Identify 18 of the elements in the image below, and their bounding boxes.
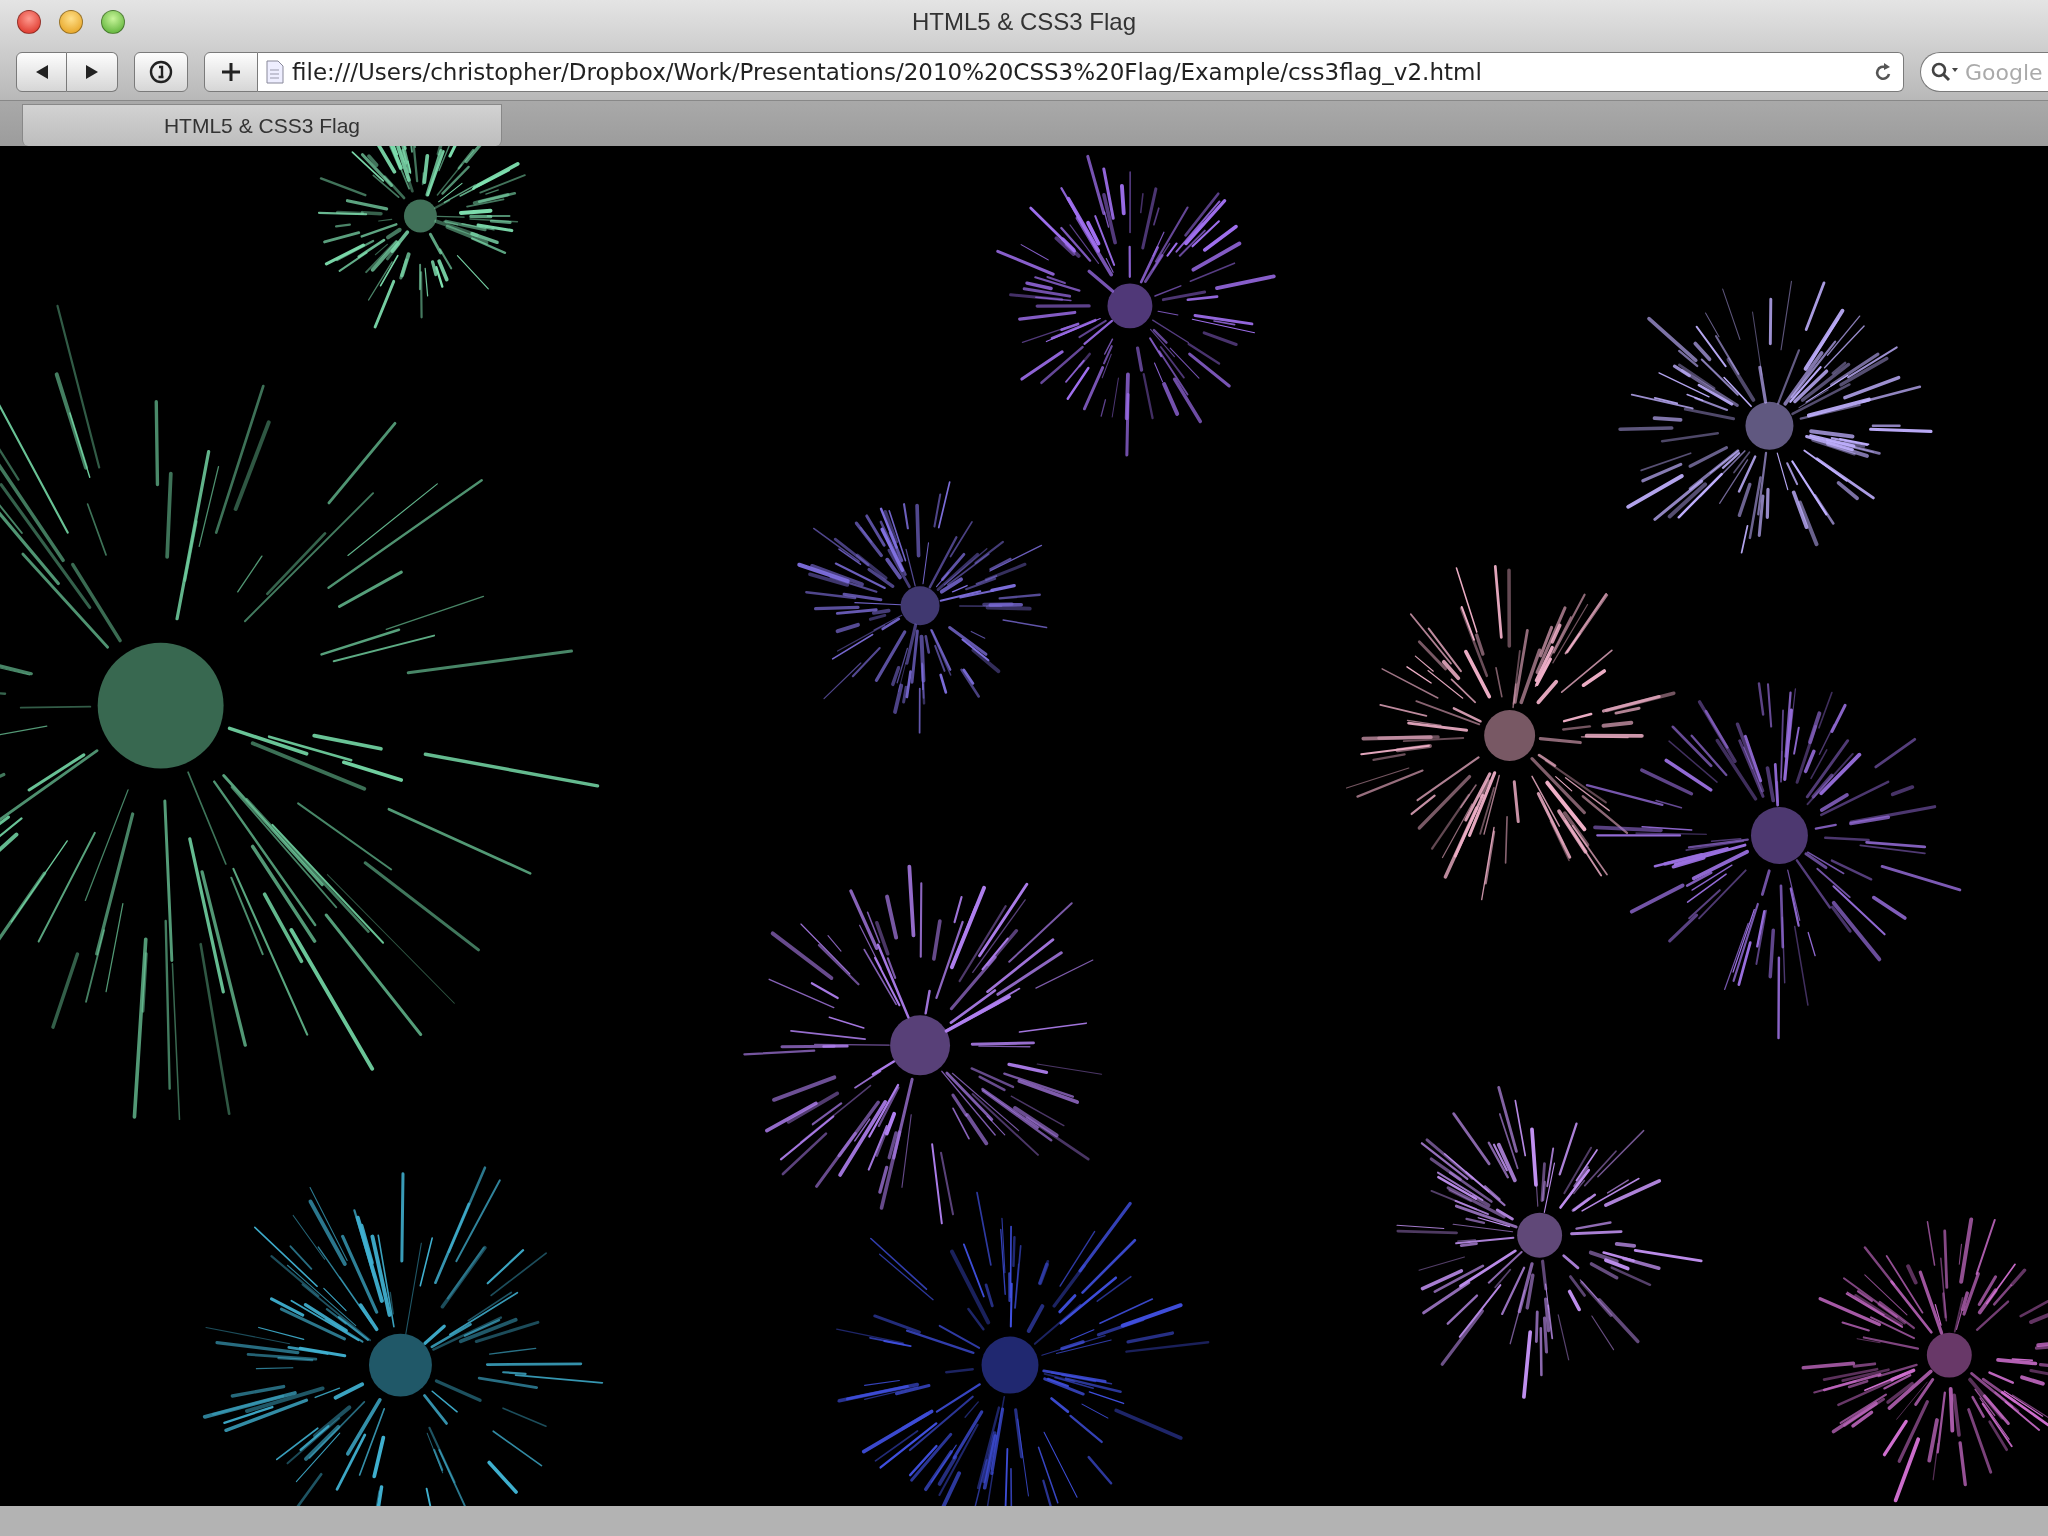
search-icon (1930, 61, 1960, 83)
search-field[interactable]: Google (1920, 52, 2048, 92)
add-bookmark-button[interactable] (204, 52, 258, 92)
plus-icon (220, 61, 242, 83)
back-arrow-icon (34, 64, 49, 80)
address-field[interactable]: file:///Users/christopher/Dropbox/Work/Presentations/2010%20CSS3%20Flag/Example/css3flag_v2.html (258, 52, 1904, 92)
info-icon (149, 60, 173, 84)
close-button[interactable] (17, 10, 41, 34)
tab[interactable]: HTML5 & CSS3 Flag (22, 104, 502, 146)
back-button[interactable] (16, 52, 67, 92)
window-title: HTML5 & CSS3 Flag (911, 8, 1137, 36)
forward-button[interactable] (67, 52, 118, 92)
reload-icon[interactable] (1873, 61, 1893, 83)
minimize-button[interactable] (59, 10, 83, 34)
zoom-button[interactable] (101, 10, 125, 34)
info-button[interactable] (134, 52, 188, 92)
document-icon (266, 60, 284, 84)
forward-arrow-icon (85, 64, 99, 80)
